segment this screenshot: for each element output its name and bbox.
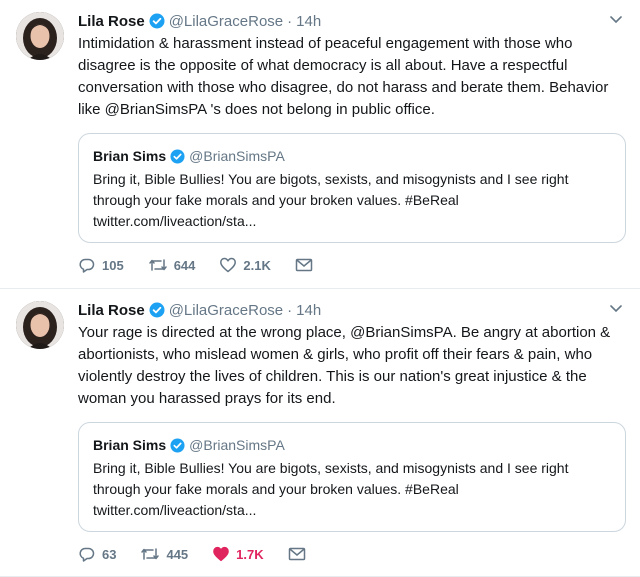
retweet-button[interactable]: 445 xyxy=(140,545,188,563)
retweet-button[interactable]: 644 xyxy=(148,256,196,274)
tweet-feed: Lila Rose @LilaGraceRose · 14h Intimidat… xyxy=(0,0,640,577)
author-name[interactable]: Lila Rose xyxy=(78,13,145,30)
chevron-down-icon[interactable] xyxy=(608,12,624,28)
envelope-icon xyxy=(288,547,305,561)
separator-dot: · xyxy=(287,301,293,319)
reply-count: 105 xyxy=(102,257,124,273)
quoted-author-handle: @BrianSimsPA xyxy=(189,148,285,164)
quoted-author-name: Brian Sims xyxy=(93,148,167,164)
verified-badge-icon xyxy=(170,148,185,164)
like-button[interactable]: 2.1K xyxy=(219,256,271,274)
quoted-tweet-header: Brian Sims @BrianSimsPA xyxy=(93,435,611,455)
quoted-tweet-header: Brian Sims @BrianSimsPA xyxy=(93,146,611,166)
tweet-actions: 105 644 2.1K xyxy=(78,255,624,275)
tweet-header: Lila Rose @LilaGraceRose · 14h xyxy=(78,10,624,32)
tweet[interactable]: Lila Rose @LilaGraceRose · 14h Intimidat… xyxy=(0,0,640,289)
like-count: 2.1K xyxy=(243,257,271,273)
reply-count: 63 xyxy=(102,546,117,562)
avatar[interactable] xyxy=(16,12,64,60)
quoted-tweet-text: Bring it, Bible Bullies! You are bigots,… xyxy=(93,460,569,518)
quoted-author-name: Brian Sims xyxy=(93,437,167,453)
tweet[interactable]: Lila Rose @LilaGraceRose · 14h Your rage… xyxy=(0,289,640,577)
reply-icon xyxy=(79,547,95,562)
retweet-icon xyxy=(148,259,167,271)
tweet-actions: 63 445 1.7K xyxy=(78,544,624,564)
direct-message-button[interactable] xyxy=(295,257,313,273)
tweet-text: Your rage is directed at the wrong place… xyxy=(78,324,611,407)
tweet-header: Lila Rose @LilaGraceRose · 14h xyxy=(78,299,624,321)
heart-icon xyxy=(220,257,237,273)
timestamp[interactable]: 14h xyxy=(296,302,321,319)
quoted-tweet-text: Bring it, Bible Bullies! You are bigots,… xyxy=(93,171,569,229)
like-button[interactable]: 1.7K xyxy=(212,545,264,563)
retweet-count: 644 xyxy=(173,257,196,273)
envelope-icon xyxy=(295,258,313,272)
author-handle[interactable]: @LilaGraceRose xyxy=(169,13,283,30)
retweet-count: 445 xyxy=(166,546,189,562)
verified-badge-icon xyxy=(170,437,185,453)
quoted-author-handle: @BrianSimsPA xyxy=(189,437,285,453)
author-handle[interactable]: @LilaGraceRose xyxy=(169,302,283,319)
direct-message-button[interactable] xyxy=(288,546,306,562)
verified-badge-icon xyxy=(149,13,165,29)
retweet-icon xyxy=(141,548,160,560)
like-count: 1.7K xyxy=(236,546,264,562)
reply-icon xyxy=(79,258,95,273)
avatar[interactable] xyxy=(16,301,64,349)
reply-button[interactable]: 63 xyxy=(78,545,116,563)
heart-filled-icon xyxy=(213,546,229,562)
tweet-text: Intimidation & harassment instead of pea… xyxy=(78,35,609,118)
quoted-tweet[interactable]: Brian Sims @BrianSimsPA Bring it, Bible … xyxy=(78,133,626,243)
reply-button[interactable]: 105 xyxy=(78,256,124,274)
timestamp[interactable]: 14h xyxy=(296,13,321,30)
chevron-down-icon[interactable] xyxy=(608,301,624,317)
verified-badge-icon xyxy=(149,302,165,318)
quoted-tweet[interactable]: Brian Sims @BrianSimsPA Bring it, Bible … xyxy=(78,422,626,532)
separator-dot: · xyxy=(287,12,293,30)
author-name[interactable]: Lila Rose xyxy=(78,302,145,319)
